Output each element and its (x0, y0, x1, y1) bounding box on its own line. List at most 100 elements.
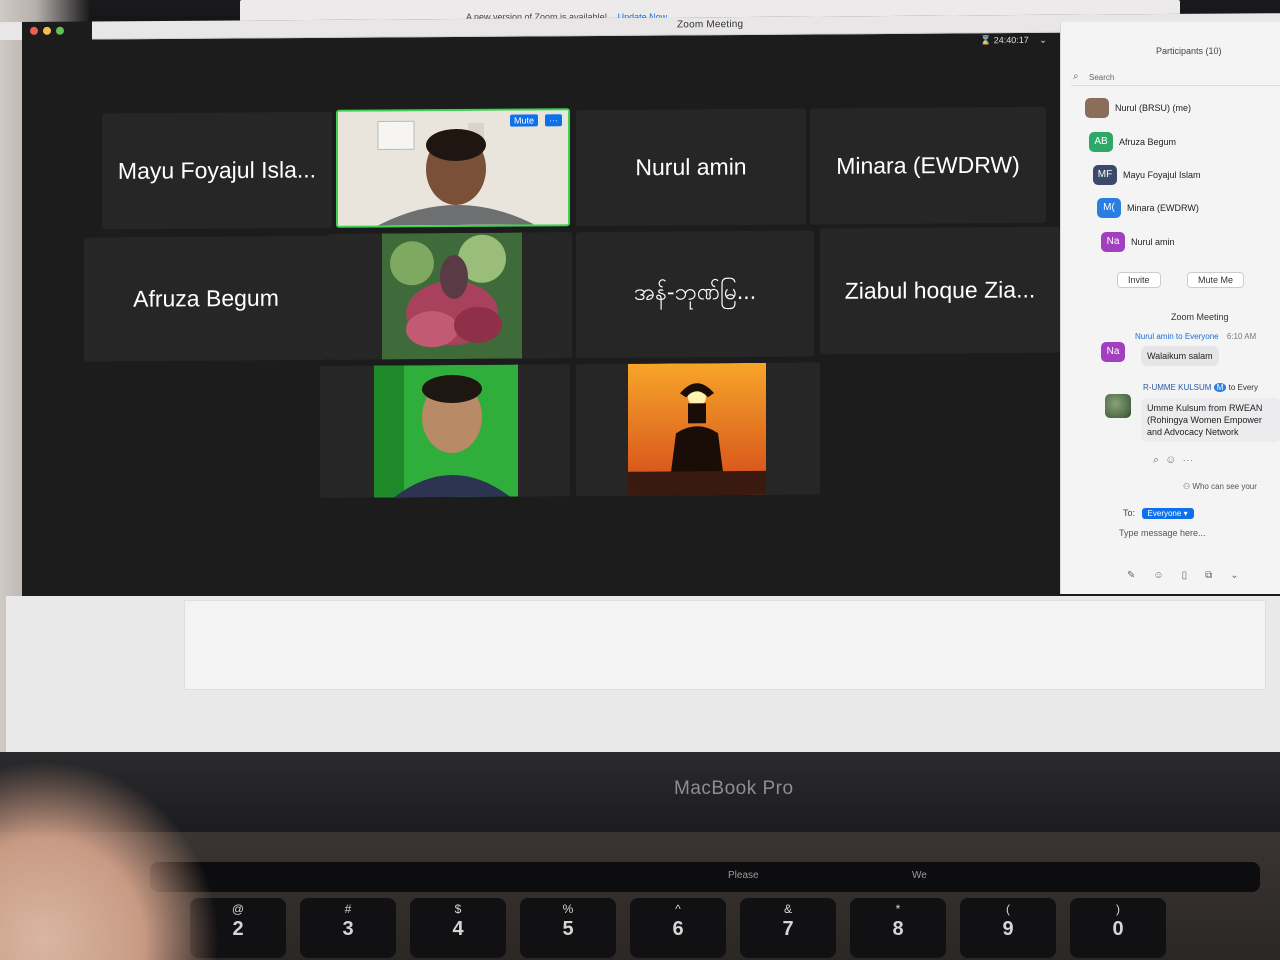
message-actions: ⌕☺⋯ (1153, 454, 1199, 467)
keyboard-key[interactable]: ^ 6 (630, 898, 726, 958)
people-icon: ⚇ (1183, 482, 1191, 491)
participant-row[interactable]: MF Mayu Foyajul Islam (1093, 165, 1280, 189)
message-meta: R-UMME KULSUM M to Every (1143, 383, 1258, 392)
format-icon[interactable]: ✎ (1127, 570, 1153, 581)
timer-value: 24:40:17 (993, 34, 1029, 46)
more-icon[interactable]: ⋯ (1182, 454, 1199, 466)
caret-down-icon: ▾ (1183, 509, 1188, 518)
participant-name: Afruza Begum (1119, 137, 1177, 147)
keyboard-key[interactable]: $4 (410, 898, 506, 958)
screenshot-icon[interactable]: ⧉ (1205, 570, 1230, 581)
avatar (1105, 394, 1131, 418)
video-tile[interactable]: Nurul amin (576, 108, 806, 227)
recipient-dropdown[interactable]: Everyone ▾ (1141, 508, 1194, 519)
chat-message-bubble: Walaikum salam (1141, 346, 1219, 366)
video-tile[interactable] (576, 362, 820, 497)
background-document (184, 600, 1266, 690)
video-tile-active-speaker[interactable]: Mute ··· (336, 108, 570, 228)
message-recipient: to Everyone (1175, 332, 1219, 341)
video-tile[interactable]: Ziabul hoque Zia... (820, 226, 1060, 355)
message-time: 6:10 AM (1226, 332, 1257, 341)
window-title: Zoom Meeting (677, 18, 744, 31)
key-symbol: & (783, 902, 792, 916)
keyboard-key[interactable]: ) 0 (1070, 898, 1166, 958)
minimize-window-button[interactable] (43, 26, 51, 35)
search-placeholder: Search (1089, 73, 1115, 82)
participant-tile-name: Afruza Begum (133, 284, 279, 312)
message-recipient: to Every (1228, 383, 1258, 392)
keyboard-key[interactable]: * 8 (850, 898, 946, 958)
titlebar-left (0, 22, 22, 41)
participant-tile-name: Minara (EWDRW) (836, 151, 1020, 179)
chat-toolbar: ✎☺▯⧉⌄ (1127, 570, 1257, 581)
avatar: MF (1093, 165, 1117, 185)
touch-bar[interactable] (150, 862, 1260, 892)
fullscreen-window-button[interactable] (56, 26, 64, 35)
key-symbol: # (344, 902, 352, 916)
emoji-icon[interactable]: ☺ (1153, 570, 1181, 581)
finger-foreground (0, 760, 220, 960)
macbook-label: MacBook Pro (674, 778, 794, 799)
key-number: 0 (1112, 918, 1124, 940)
invite-button[interactable]: Invite (1117, 272, 1161, 288)
video-tile[interactable] (328, 232, 572, 360)
chevron-down-icon[interactable]: ⌄ (1039, 35, 1047, 45)
mute-button[interactable]: Mute (509, 114, 538, 127)
participants-search-input[interactable]: ⌕ Search (1071, 70, 1280, 86)
participants-chat-panel: Participants (10) ⌕ Search Nurul (BRSU) … (1060, 22, 1280, 594)
message-sender[interactable]: Nurul amin (1135, 332, 1174, 341)
profile-picture-sunset (628, 362, 766, 496)
participants-title: Participants (10) (1156, 46, 1222, 56)
key-symbol: ) (1116, 902, 1120, 916)
participant-tile-name: Ziabul hoque Zia... (844, 276, 1036, 304)
avatar: M( (1097, 198, 1121, 218)
chevron-down-icon[interactable]: ⌄ (1230, 570, 1256, 581)
participant-row[interactable]: M( Minara (EWDRW) (1097, 198, 1280, 222)
participant-name: Minara (EWDRW) (1127, 203, 1199, 213)
touchbar-suggestion[interactable]: Please (728, 870, 759, 881)
chat-message-bubble: Umme Kulsum from RWEAN (Rohingya Women E… (1141, 398, 1280, 442)
meeting-timer[interactable]: ⌛ 24:40:17 ⌄ (980, 35, 1047, 46)
touchbar-suggestion[interactable]: We (912, 870, 927, 881)
keyboard-key[interactable]: % 5 (520, 898, 616, 958)
chat-message-input[interactable]: Type message here... (1119, 528, 1206, 538)
participant-name: Nurul amin (1131, 237, 1175, 247)
key-number: 4 (452, 918, 464, 940)
who-can-see-text: Who can see your (1192, 482, 1257, 491)
keyboard-key[interactable]: #3 (300, 898, 396, 958)
participant-camera-feed (338, 110, 568, 226)
key-number: 7 (782, 918, 794, 940)
to-label: To: (1123, 508, 1136, 518)
close-window-button[interactable] (30, 26, 38, 35)
participant-row[interactable]: Nurul (BRSU) (me) (1085, 98, 1275, 122)
keyboard-key[interactable]: & 7 (740, 898, 836, 958)
participant-tile-name: Mayu Foyajul Isla... (117, 156, 317, 184)
emoji-reaction-icon[interactable]: ☺ (1165, 454, 1182, 466)
chat-title: Zoom Meeting (1171, 312, 1229, 322)
who-can-see-link[interactable]: ⚇ Who can see your (1183, 482, 1257, 491)
key-symbol: % (562, 902, 574, 916)
file-icon[interactable]: ▯ (1182, 570, 1206, 581)
video-tile[interactable]: Afruza Begum (84, 235, 328, 362)
participant-name: Nurul (BRSU) (me) (1115, 103, 1192, 113)
recipient-row: To: Everyone ▾ (1123, 508, 1194, 519)
key-symbol: ( (1006, 902, 1010, 916)
participant-row[interactable]: AB Afruza Begum (1089, 132, 1279, 156)
message-sender[interactable]: R-UMME KULSUM (1143, 383, 1211, 392)
key-number: 5 (562, 918, 574, 940)
video-tile[interactable]: အန်-ဘုဏ်မြ... (576, 230, 814, 359)
key-symbol: ^ (675, 902, 681, 916)
video-tile[interactable]: Mayu Foyajul Isla... (102, 111, 332, 230)
reply-icon[interactable]: ⌕ (1153, 454, 1165, 466)
avatar: Na (1101, 342, 1125, 362)
mute-me-button[interactable]: Mute Me (1187, 272, 1245, 288)
video-tile[interactable] (320, 364, 570, 498)
message-meta: Nurul amin to Everyone 6:10 AM (1135, 332, 1256, 341)
keyboard-key[interactable]: (9 (960, 898, 1056, 958)
avatar (1085, 98, 1109, 118)
key-number: 8 (892, 918, 904, 940)
participant-row[interactable]: Na Nurul amin (1101, 232, 1280, 256)
recipient-value: Everyone (1147, 509, 1182, 518)
video-tile[interactable]: Minara (EWDRW) (810, 106, 1046, 225)
more-options-button[interactable]: ··· (545, 114, 562, 127)
